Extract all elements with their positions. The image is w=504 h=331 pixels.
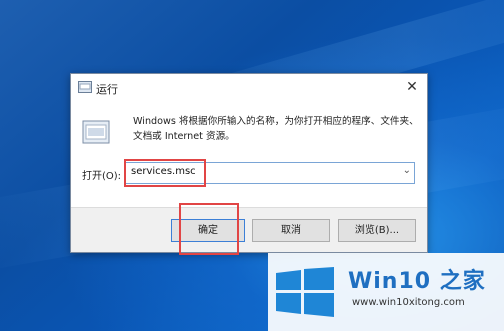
ok-highlight-box [179,203,239,255]
chevron-down-icon[interactable]: ⌄ [403,165,411,176]
run-program-icon [82,120,110,144]
run-app-icon [78,81,92,93]
titlebar: 运行 ✕ [71,74,427,102]
button-bar: 确定 取消 浏览(B)... [71,207,427,252]
input-highlight-box [124,159,206,187]
browse-button[interactable]: 浏览(B)... [338,219,416,242]
close-button[interactable]: ✕ [401,76,423,98]
cancel-button[interactable]: 取消 [252,219,330,242]
open-label: 打开(O): [82,171,122,182]
dialog-description: Windows 将根据你所输入的名称，为你打开相应的程序、文件夹、文档或 Int… [133,116,419,142]
windows-logo-icon [276,267,334,317]
dialog-title: 运行 [96,83,118,96]
brand-name: Win10 之家 [348,269,486,294]
watermark-banner: Win10 之家 www.win10xitong.com [268,253,504,331]
brand-url: www.win10xitong.com [352,297,465,308]
